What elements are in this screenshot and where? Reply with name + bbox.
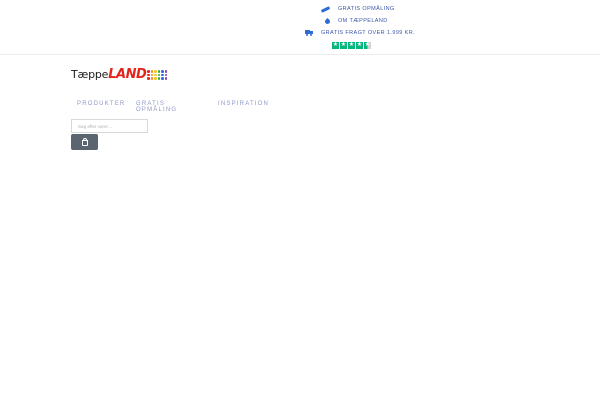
usp-free-shipping[interactable]: GRATIS FRAGT OVER 1.999 KR. — [305, 28, 415, 38]
star-icon: ★ — [348, 41, 355, 49]
usp-free-measuring[interactable]: GRATIS OPMÅLING — [320, 4, 395, 14]
nav-item-free-measuring[interactable]: GRATIS OPMÅLING — [136, 101, 182, 113]
ruler-icon — [320, 5, 331, 13]
logo-text-part2: LAND — [108, 67, 147, 82]
logo-dots-icon — [147, 70, 168, 80]
trustpilot-rating[interactable]: ★ ★ ★ ★ ★ — [332, 41, 372, 49]
site-logo[interactable]: Tæppe LAND — [71, 67, 168, 83]
top-bar: GRATIS OPMÅLING OM TÆPPELAND GRATIS FRAG… — [0, 0, 600, 55]
star-icon: ★ — [332, 41, 339, 49]
shopping-bag-icon — [81, 138, 88, 146]
star-icon: ★ — [340, 41, 347, 49]
usp-label: GRATIS OPMÅLING — [338, 6, 395, 12]
drop-icon — [323, 17, 332, 25]
nav-item-products[interactable]: PRODUKTER — [77, 101, 125, 107]
truck-icon — [305, 30, 313, 36]
nav-item-inspiration[interactable]: INSPIRATION — [218, 101, 269, 107]
usp-about[interactable]: OM TÆPPELAND — [323, 16, 388, 26]
usp-label: GRATIS FRAGT OVER 1.999 KR. — [321, 30, 416, 36]
search-button[interactable] — [71, 134, 98, 150]
star-icon: ★ — [356, 41, 363, 49]
logo-text-part1: Tæppe — [71, 68, 109, 81]
usp-label: OM TÆPPELAND — [338, 18, 388, 24]
star-icon: ★ — [364, 41, 371, 49]
search-input[interactable] — [71, 119, 148, 133]
